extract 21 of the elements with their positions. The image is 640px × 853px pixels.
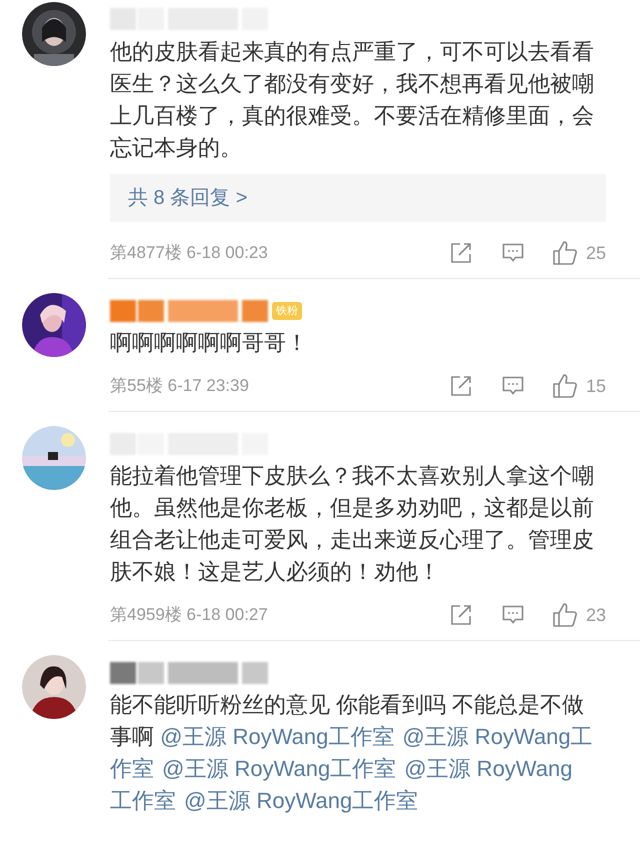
comment-text: 能拉着他管理下皮肤么？我不太喜欢别人拿这个嘲他。虽然他是你老板，但是多劝劝吧，这都是以前组合老让他走可爱风，走出来逆反心理了。管理皮肤不娘！这是艺人必须的！劝他！ — [110, 462, 595, 586]
like-count: 15 — [586, 374, 606, 398]
comment-text: 啊啊啊啊啊啊哥哥！ — [110, 329, 309, 357]
like-count: 23 — [586, 604, 606, 626]
comment-icon[interactable] — [502, 242, 524, 264]
comment-text: 能不能听听粉丝的意见 你能看到吗 不能总是不做事啊 @王源 RoyWang工作室 @王源 RoyWang工作室 @王源 RoyWang工作室 @王源 RoyWang工作室 @王源 RoyWang工作室 — [110, 691, 594, 815]
floor-and-time: 第4959楼 6-18 00:27 — [110, 604, 268, 626]
share-icon[interactable] — [450, 375, 472, 397]
thumbs-up-icon[interactable] — [552, 602, 578, 628]
floor-and-time: 第55楼 6-17 23:39 — [110, 375, 249, 398]
fan-badge: 铁粉 — [272, 302, 302, 320]
comment-icon[interactable] — [502, 375, 524, 397]
floor-and-time: 第4877楼 6-18 00:23 — [110, 242, 268, 264]
thumbs-up-icon[interactable] — [552, 240, 578, 266]
comment-icon[interactable] — [502, 604, 524, 626]
comment-text: 他的皮肤看起来真的有点严重了，可不可以去看看医生？这么久了都没有变好，我不想再看见他被嘲上几百楼了，真的很难受。不要活在精修里面，会忘记本身的。 — [110, 38, 595, 162]
thumbs-up-icon[interactable] — [552, 373, 578, 399]
like-count: 25 — [586, 242, 606, 264]
replies-link[interactable]: 共 8 条回复 > — [110, 174, 606, 222]
share-icon[interactable] — [450, 604, 472, 626]
share-icon[interactable] — [450, 242, 472, 264]
